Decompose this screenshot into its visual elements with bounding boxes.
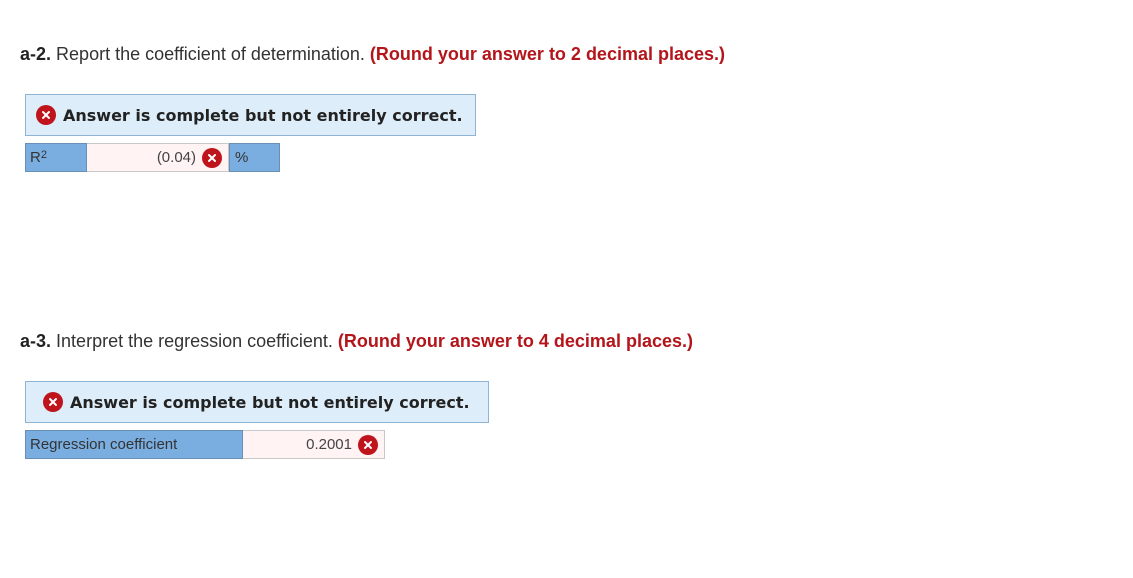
feedback-banner: Answer is complete but not entirely corr…	[25, 381, 489, 423]
row-label: Regression coefficient	[30, 436, 178, 453]
question-number: a-3.	[20, 331, 52, 351]
r-label-superscript: 2	[40, 148, 47, 161]
question-text: Report the coefficient of determination.	[56, 44, 365, 64]
feedback-text: Answer is complete but not entirely corr…	[70, 392, 470, 412]
rounding-note: (Round your answer to 4 decimal places.)	[337, 331, 693, 351]
x-circle-icon	[43, 392, 63, 412]
feedback-text: Answer is complete but not entirely corr…	[63, 105, 463, 125]
regression-coefficient-label: Regression coefficient	[25, 430, 243, 459]
r-squared-label: R2	[25, 143, 87, 172]
regression-coefficient-value: 0.2001	[306, 436, 352, 453]
unit-label: %	[235, 149, 249, 166]
feedback-banner: Answer is complete but not entirely corr…	[25, 94, 476, 136]
regression-coefficient-input[interactable]: 0.2001	[243, 430, 385, 459]
rounding-note: (Round your answer to 2 decimal places.)	[369, 44, 726, 64]
question-number: a-2.	[20, 44, 52, 64]
percent-unit: %	[229, 143, 280, 172]
question-a2: a-2. Report the coefficient of determina…	[20, 43, 725, 65]
question-text: Interpret the regression coefficient.	[56, 331, 333, 351]
answer-row-regression: Regression coefficient 0.2001	[25, 430, 385, 459]
question-a3: a-3. Interpret the regression coefficien…	[20, 330, 693, 352]
x-circle-icon	[202, 147, 222, 168]
r-label-base: R	[30, 149, 41, 166]
r-squared-value: (0.04)	[156, 149, 196, 166]
x-circle-icon	[36, 105, 56, 125]
r-squared-input[interactable]: (0.04)	[87, 143, 229, 172]
answer-row-r2: R2 (0.04) %	[25, 143, 280, 172]
x-circle-icon	[358, 434, 378, 455]
